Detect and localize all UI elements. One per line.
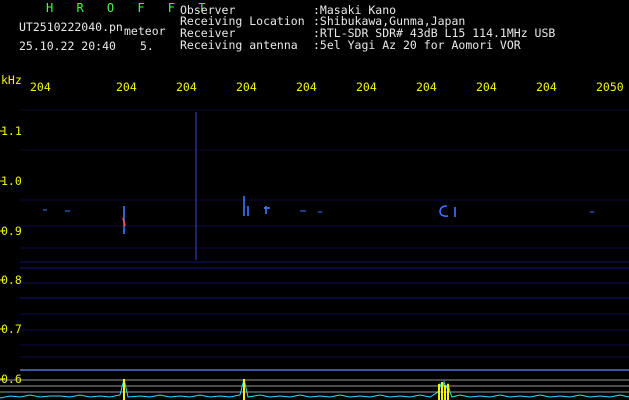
signal-strength-trace — [0, 378, 629, 400]
x-tick-label: 204 — [296, 80, 317, 94]
filename-label: UT2510222040.pn — [19, 20, 123, 34]
noise-bands — [20, 109, 629, 358]
y-unit-label: kHz — [1, 73, 22, 87]
x-tick-label: 204 — [476, 80, 497, 94]
datetime-label: 25.10.22 20:40 — [19, 39, 116, 53]
count-label: 5. — [140, 39, 154, 53]
antenna-label: Receiving antenna — [180, 38, 298, 52]
spectrogram-plot — [0, 109, 629, 400]
x-tick-label: 204 — [536, 80, 557, 94]
x-tick-label: 204 — [236, 80, 257, 94]
meteor-echoes — [43, 112, 594, 260]
x-tick-label: 2050 — [596, 80, 624, 94]
antenna-value: :5el Yagi Az 20 for Aomori VOR — [313, 38, 521, 52]
mode-label: meteor — [124, 24, 166, 38]
y-tick-marks — [0, 130, 4, 380]
baseline-lines — [0, 369, 629, 393]
x-tick-label: 204 — [30, 80, 51, 94]
x-tick-label: 204 — [356, 80, 377, 94]
x-tick-label: 204 — [176, 80, 197, 94]
x-tick-label: 204 — [416, 80, 437, 94]
x-tick-label: 204 — [116, 80, 137, 94]
